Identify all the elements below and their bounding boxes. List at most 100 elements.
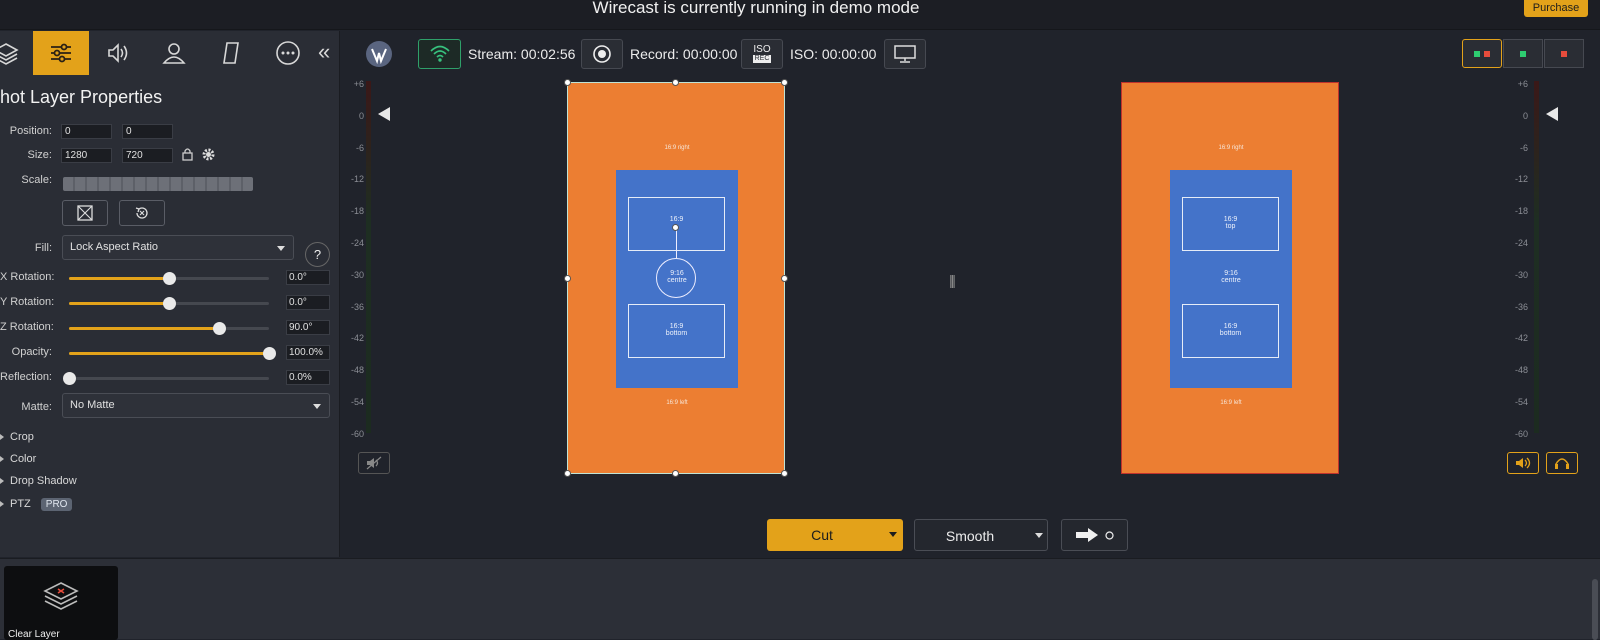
rec-badge: REC (752, 55, 772, 63)
section-crop[interactable]: Crop (0, 431, 34, 443)
fill-select-value: Lock Aspect Ratio (70, 241, 159, 253)
slider-value-field[interactable]: 0.0% (286, 370, 330, 385)
meter-scale-label: +6 (353, 79, 364, 89)
tab-layers[interactable] (0, 31, 34, 75)
meter-scale-label: -6 (1519, 142, 1528, 153)
meter-scale-label: -42 (1514, 333, 1528, 344)
size-label: Size: (27, 149, 52, 161)
slider-knob[interactable] (263, 347, 276, 360)
position-x-field[interactable]: 0 (61, 124, 112, 139)
bottom-box: 16:9 bottom (628, 304, 725, 358)
chevron-down-icon[interactable] (1035, 533, 1043, 538)
slider-knob[interactable] (213, 322, 226, 335)
resize-handle-bottom[interactable] (672, 470, 679, 477)
help-button[interactable]: ? (305, 242, 330, 267)
preview-audio-meter: +6 0 -6 -12 -18 -24 -30 -36 -42 -48 -54 -60 (346, 79, 416, 439)
resize-handle-top-right[interactable] (781, 79, 788, 86)
tab-skew[interactable] (203, 31, 259, 75)
meter-scale-label: -36 (1514, 301, 1528, 312)
scale-slider[interactable] (63, 177, 253, 191)
headphones-button[interactable] (1546, 452, 1578, 474)
slider-track[interactable] (69, 297, 269, 310)
iso-record-button[interactable]: ISO REC (741, 39, 783, 69)
resize-handle-bottom-right[interactable] (781, 470, 788, 477)
size-height-field[interactable]: 720 (122, 148, 173, 163)
slider-knob[interactable] (63, 372, 76, 385)
tab-audio[interactable] (90, 31, 146, 75)
shot-strip: Clear Layer (0, 558, 1600, 640)
split-divider-handle[interactable]: ||| (949, 272, 956, 288)
position-y-field[interactable]: 0 (122, 124, 173, 139)
cut-transition-button[interactable]: Cut (767, 519, 903, 551)
user-icon (162, 43, 186, 64)
slider-fill (69, 302, 169, 305)
lock-icon[interactable] (181, 147, 194, 161)
section-drop-shadow[interactable]: Drop Shadow (0, 475, 77, 487)
chevron-down-icon[interactable] (889, 532, 897, 537)
live-indicator-dot (1484, 50, 1490, 57)
resize-handle-bottom-left[interactable] (564, 470, 571, 477)
slider-track[interactable] (69, 272, 269, 285)
record-button[interactable] (581, 39, 623, 69)
tab-layer-properties[interactable] (33, 31, 89, 75)
slider-value-field[interactable]: 0.0° (286, 295, 330, 310)
output-monitor-button[interactable] (884, 39, 926, 69)
right-side-label: 16:9 right (664, 145, 690, 151)
smooth-transition-button[interactable]: Smooth (914, 519, 1048, 551)
slider-fill (69, 327, 219, 330)
rotation-handle[interactable] (656, 258, 696, 298)
stream-button[interactable] (418, 39, 461, 69)
slider-value-field[interactable]: 100.0% (286, 345, 330, 360)
layout-dual-view-button[interactable] (1462, 39, 1502, 68)
slider-track[interactable] (69, 347, 276, 360)
resize-handle-right[interactable] (781, 275, 788, 282)
tab-user[interactable] (146, 31, 202, 75)
layout-live-only-button[interactable] (1544, 39, 1584, 68)
purchase-button[interactable]: Purchase (1524, 0, 1588, 17)
layout-preview-only-button[interactable] (1503, 39, 1543, 68)
fill-select[interactable]: Lock Aspect Ratio (62, 235, 294, 260)
top-box-name: top (1225, 223, 1236, 230)
meter-scale-label: -24 (1514, 238, 1528, 248)
scale-label: Scale: (21, 174, 52, 186)
speaker-icon (1516, 457, 1531, 469)
sliders-icon (51, 43, 71, 63)
chevron-down-icon (313, 404, 321, 409)
expand-triangle-icon (0, 501, 4, 508)
slider-value-field[interactable]: 90.0° (286, 320, 330, 335)
go-transition-button[interactable] (1061, 519, 1128, 551)
resize-handle-top[interactable] (672, 79, 679, 86)
demo-mode-message: Wirecast is currently running in demo mo… (592, 0, 920, 17)
fit-to-screen-button[interactable] (62, 200, 108, 226)
meter-scale-label: -30 (350, 269, 364, 280)
tab-more[interactable] (260, 31, 316, 75)
resize-handle-top-left[interactable] (564, 79, 571, 86)
scrollbar-thumb[interactable] (1592, 579, 1598, 640)
reset-transform-button[interactable] (119, 200, 165, 226)
slider-value-field[interactable]: 0.0° (286, 270, 330, 285)
rotation-pivot-handle[interactable] (672, 224, 679, 231)
preview-canvas[interactable]: 16:9 right 16:9 9:16 centre 16:9 bottom … (564, 79, 788, 477)
gear-icon[interactable] (201, 147, 216, 162)
preview-mute-button[interactable] (358, 452, 390, 474)
headphones-icon (1555, 458, 1569, 469)
centre-name: centre (1221, 277, 1241, 284)
matte-select[interactable]: No Matte (62, 393, 330, 418)
section-ptz[interactable]: PTZ PRO (0, 498, 73, 511)
layers-icon (0, 43, 19, 65)
slider-track[interactable] (69, 322, 269, 335)
slider-knob[interactable] (163, 297, 176, 310)
collapse-panel-icon[interactable]: « (318, 39, 330, 65)
slider-knob[interactable] (163, 272, 176, 285)
slider-track[interactable] (63, 372, 269, 385)
live-audio-button[interactable] (1507, 452, 1539, 474)
volume-slider-handle[interactable] (1546, 107, 1558, 121)
expand-triangle-icon (0, 478, 4, 485)
clear-layer-shot[interactable]: Clear Layer (4, 566, 118, 640)
volume-slider-handle[interactable] (378, 107, 390, 121)
section-color[interactable]: Color (0, 453, 36, 465)
meter-scale-label: -60 (350, 428, 364, 439)
record-timer: Record: 00:00:00 (630, 46, 738, 62)
resize-handle-left[interactable] (564, 275, 571, 282)
size-width-field[interactable]: 1280 (61, 148, 112, 163)
